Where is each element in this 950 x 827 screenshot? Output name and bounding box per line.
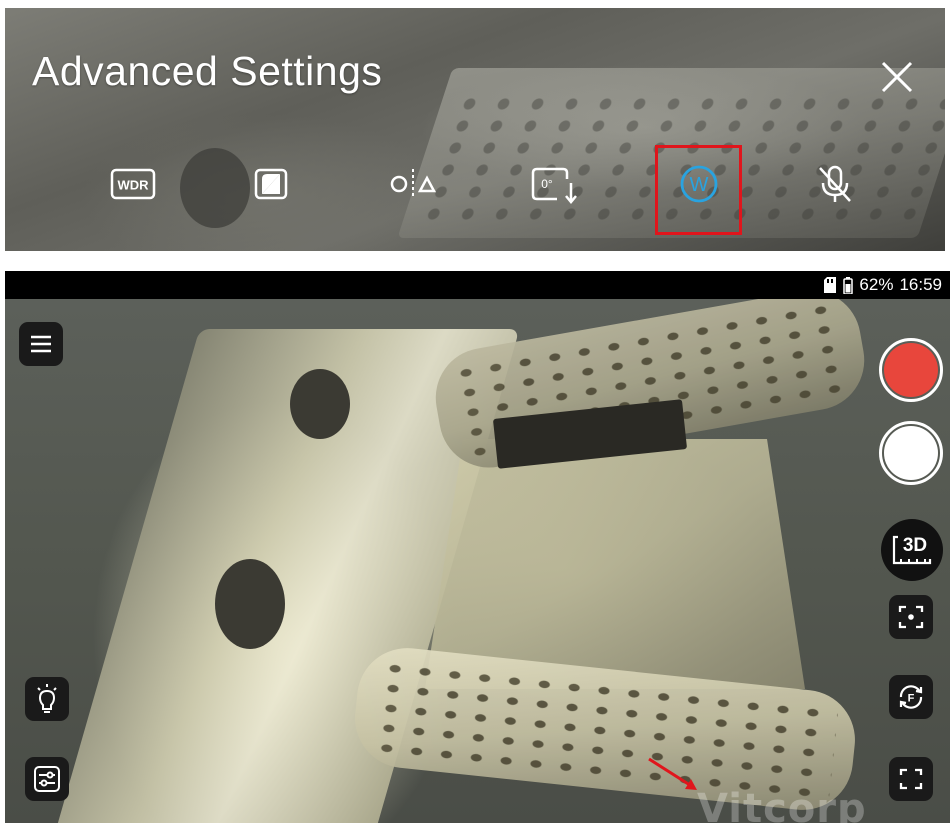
sliders-icon — [34, 766, 60, 792]
settings-button[interactable] — [25, 757, 69, 801]
microphone-off-icon — [819, 165, 851, 202]
rotate-label: 0° — [541, 177, 553, 191]
measure-3d-button[interactable]: 3D — [881, 519, 943, 581]
record-button[interactable] — [879, 338, 943, 402]
close-button[interactable] — [873, 53, 921, 101]
camera-screen: 62% 16:59 Vitcorp 3D F — [5, 271, 950, 823]
battery-percentage: 62% — [859, 275, 894, 294]
watermark: Vitcorp — [697, 786, 867, 823]
focus-frame-icon — [898, 605, 924, 629]
refresh-focus-icon: F — [899, 685, 923, 709]
clock: 16:59 — [899, 275, 942, 294]
bracket-hole-image — [215, 559, 285, 649]
focus-mode-label: F — [908, 693, 915, 705]
menu-button[interactable] — [19, 322, 63, 366]
mirror-flip-icon — [390, 169, 437, 199]
record-dot — [884, 343, 938, 397]
measure-3d-label: 3D — [902, 535, 928, 556]
mirror-button[interactable] — [385, 158, 441, 210]
red-arrow-annotation — [648, 757, 697, 790]
image-adjust-icon — [254, 168, 288, 200]
white-balance-highlight — [655, 145, 742, 235]
status-bar: 62% 16:59 — [5, 271, 950, 299]
capture-dot — [884, 426, 938, 480]
fullscreen-button[interactable] — [889, 757, 933, 801]
close-icon — [881, 61, 913, 93]
menu-icon — [31, 335, 51, 353]
background-hole-image — [180, 148, 250, 228]
rotate-button[interactable]: 0° — [527, 158, 583, 210]
advanced-settings-title: Advanced Settings — [32, 48, 383, 94]
wdr-label: WDR — [117, 178, 149, 193]
bracket-hole-image — [290, 369, 350, 439]
light-button[interactable] — [25, 677, 69, 721]
sd-card-icon — [824, 277, 837, 293]
lightbulb-icon — [37, 684, 57, 713]
wdr-icon: WDR — [110, 168, 156, 200]
focus-mode-button[interactable]: F — [889, 675, 933, 719]
wdr-button[interactable]: WDR — [105, 158, 161, 210]
fullscreen-icon — [899, 768, 923, 790]
image-adjust-button[interactable] — [243, 158, 299, 210]
focus-button[interactable] — [889, 595, 933, 639]
rotate-icon: 0° — [531, 167, 577, 204]
camera-live-view: Vitcorp 3D F — [5, 299, 950, 823]
mute-button[interactable] — [807, 158, 863, 210]
advanced-settings-panel: Advanced Settings WDR 0° W — [5, 8, 945, 251]
capture-photo-button[interactable] — [879, 421, 943, 485]
bracket-web-image — [425, 439, 805, 689]
battery-icon — [843, 276, 854, 294]
